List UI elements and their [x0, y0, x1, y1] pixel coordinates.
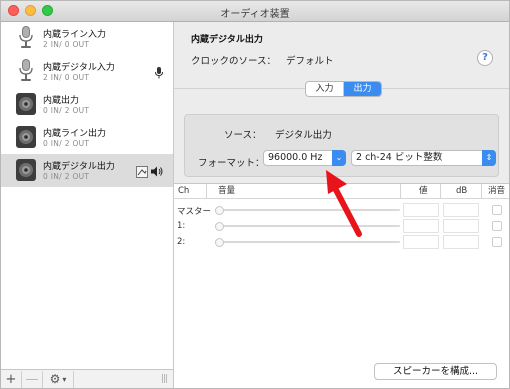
device-status — [155, 66, 163, 82]
device-name: 内蔵デジタル出力 — [43, 162, 115, 172]
bit-format-popup[interactable]: 2 ch-24 ビット整数 ⇕ — [351, 150, 496, 166]
device-row[interactable]: 内蔵デジタル入力 2 IN/ 0 OUT — [1, 55, 173, 88]
column-header-ch: Ch — [178, 186, 190, 196]
speaker-icon — [15, 91, 37, 117]
audio-midi-window: オーディオ装置 内蔵ライン入力 2 IN/ 0 OUT 内蔵デジタル入力 2 IN/ … — [0, 0, 510, 389]
volume-slider[interactable] — [217, 225, 400, 227]
device-name: 内蔵ライン入力 — [43, 30, 107, 40]
device-row[interactable]: 内蔵出力 0 IN/ 2 OUT — [1, 88, 173, 121]
bit-format-value: 2 ch-24 ビット整数 — [356, 152, 443, 163]
volume-slider-knob[interactable] — [215, 206, 224, 215]
volume-slider[interactable] — [217, 209, 400, 211]
volume-slider-knob[interactable] — [215, 238, 224, 247]
column-header-volume: 音量 — [218, 186, 236, 196]
chevron-down-icon: ▾ — [62, 374, 67, 384]
gear-icon: ⚙ — [49, 372, 61, 386]
device-row[interactable]: 内蔵ライン出力 0 IN/ 2 OUT — [1, 121, 173, 154]
format-group: ソース： デジタル出力 フォーマット： 96000.0 Hz ⌄ 2 ch-24… — [184, 114, 499, 177]
window-title: オーディオ装置 — [220, 9, 290, 20]
header-divider — [174, 198, 509, 199]
device-title: 内蔵デジタル出力 — [191, 35, 263, 45]
device-list-toolbar: + — ⚙ ▾ ||| — [1, 369, 174, 388]
sample-rate-popup[interactable]: 96000.0 Hz ⌄ — [263, 150, 346, 166]
db-field[interactable] — [443, 219, 479, 233]
device-name: 内蔵デジタル入力 — [43, 63, 115, 73]
volume-slider[interactable] — [217, 241, 400, 243]
microphone-icon — [15, 25, 37, 51]
format-label: フォーマット： — [198, 158, 265, 169]
speaker-icon — [15, 157, 37, 183]
volume-slider-knob[interactable] — [215, 222, 224, 231]
microphone-icon — [15, 58, 37, 84]
source-label: ソース： — [224, 130, 262, 141]
mute-checkbox[interactable] — [492, 205, 502, 215]
device-name: 内蔵出力 — [43, 96, 80, 106]
channel-label: マスター — [177, 207, 212, 217]
mute-checkbox[interactable] — [492, 221, 502, 231]
device-list: 内蔵ライン入力 2 IN/ 0 OUT 内蔵デジタル入力 2 IN/ 0 OUT 内蔵出… — [1, 22, 174, 370]
resize-grip-icon[interactable]: ||| — [161, 374, 168, 384]
device-io: 0 IN/ 2 OUT — [43, 172, 90, 181]
tab-output[interactable]: 出力 — [344, 82, 381, 96]
channel-label: 2: — [177, 237, 186, 247]
value-field[interactable] — [403, 203, 439, 217]
clock-source-label: クロックのソース： — [191, 56, 277, 67]
device-io: 2 IN/ 0 OUT — [43, 73, 90, 82]
value-field[interactable] — [403, 235, 439, 249]
tab-input[interactable]: 入力 — [306, 82, 344, 96]
add-device-button[interactable]: + — [1, 370, 22, 388]
clock-source-value[interactable]: デフォルト — [286, 53, 334, 67]
db-field[interactable] — [443, 203, 479, 217]
column-separator — [481, 184, 482, 198]
chevron-down-icon: ⌄ — [332, 150, 346, 166]
db-field[interactable] — [443, 235, 479, 249]
device-detail-pane: 内蔵デジタル出力 クロックのソース： デフォルト ? 入力 出力 ソース： デジ… — [174, 22, 509, 388]
source-value: デジタル出力 — [275, 130, 332, 141]
speaker-volume-icon — [151, 166, 163, 180]
device-status — [136, 165, 163, 181]
device-io: 0 IN/ 2 OUT — [43, 139, 90, 148]
up-down-arrows-icon: ⇕ — [482, 150, 496, 166]
mute-checkbox[interactable] — [492, 237, 502, 247]
column-separator — [440, 184, 441, 198]
device-row[interactable]: 内蔵ライン入力 2 IN/ 0 OUT — [1, 22, 173, 55]
value-field[interactable] — [403, 219, 439, 233]
sample-rate-value: 96000.0 Hz — [268, 152, 323, 163]
device-io: 0 IN/ 2 OUT — [43, 106, 90, 115]
help-button[interactable]: ? — [477, 50, 493, 66]
microphone-icon — [155, 66, 163, 82]
remove-device-button[interactable]: — — [22, 370, 43, 388]
column-header-mute: 消音 — [488, 186, 506, 196]
device-name: 内蔵ライン出力 — [43, 129, 107, 139]
channel-label: 1: — [177, 221, 186, 231]
input-output-tabs: 入力 出力 — [305, 81, 382, 97]
configure-speakers-button[interactable]: スピーカーを構成... — [374, 363, 497, 380]
speaker-icon — [15, 124, 37, 150]
column-header-value: 値 — [419, 186, 428, 196]
device-row[interactable]: 内蔵デジタル出力 0 IN/ 2 OUT — [1, 154, 173, 187]
column-separator — [206, 184, 207, 198]
volume-mixer-table: Ch 音量 値 dB 消音 マスター 1: 2: — [174, 183, 509, 388]
device-actions-menu-button[interactable]: ⚙ ▾ — [43, 370, 74, 388]
default-output-icon — [136, 165, 148, 181]
title-bar: オーディオ装置 — [1, 1, 509, 22]
column-header-db: dB — [456, 186, 468, 196]
device-io: 2 IN/ 0 OUT — [43, 40, 90, 49]
column-separator — [400, 184, 401, 198]
